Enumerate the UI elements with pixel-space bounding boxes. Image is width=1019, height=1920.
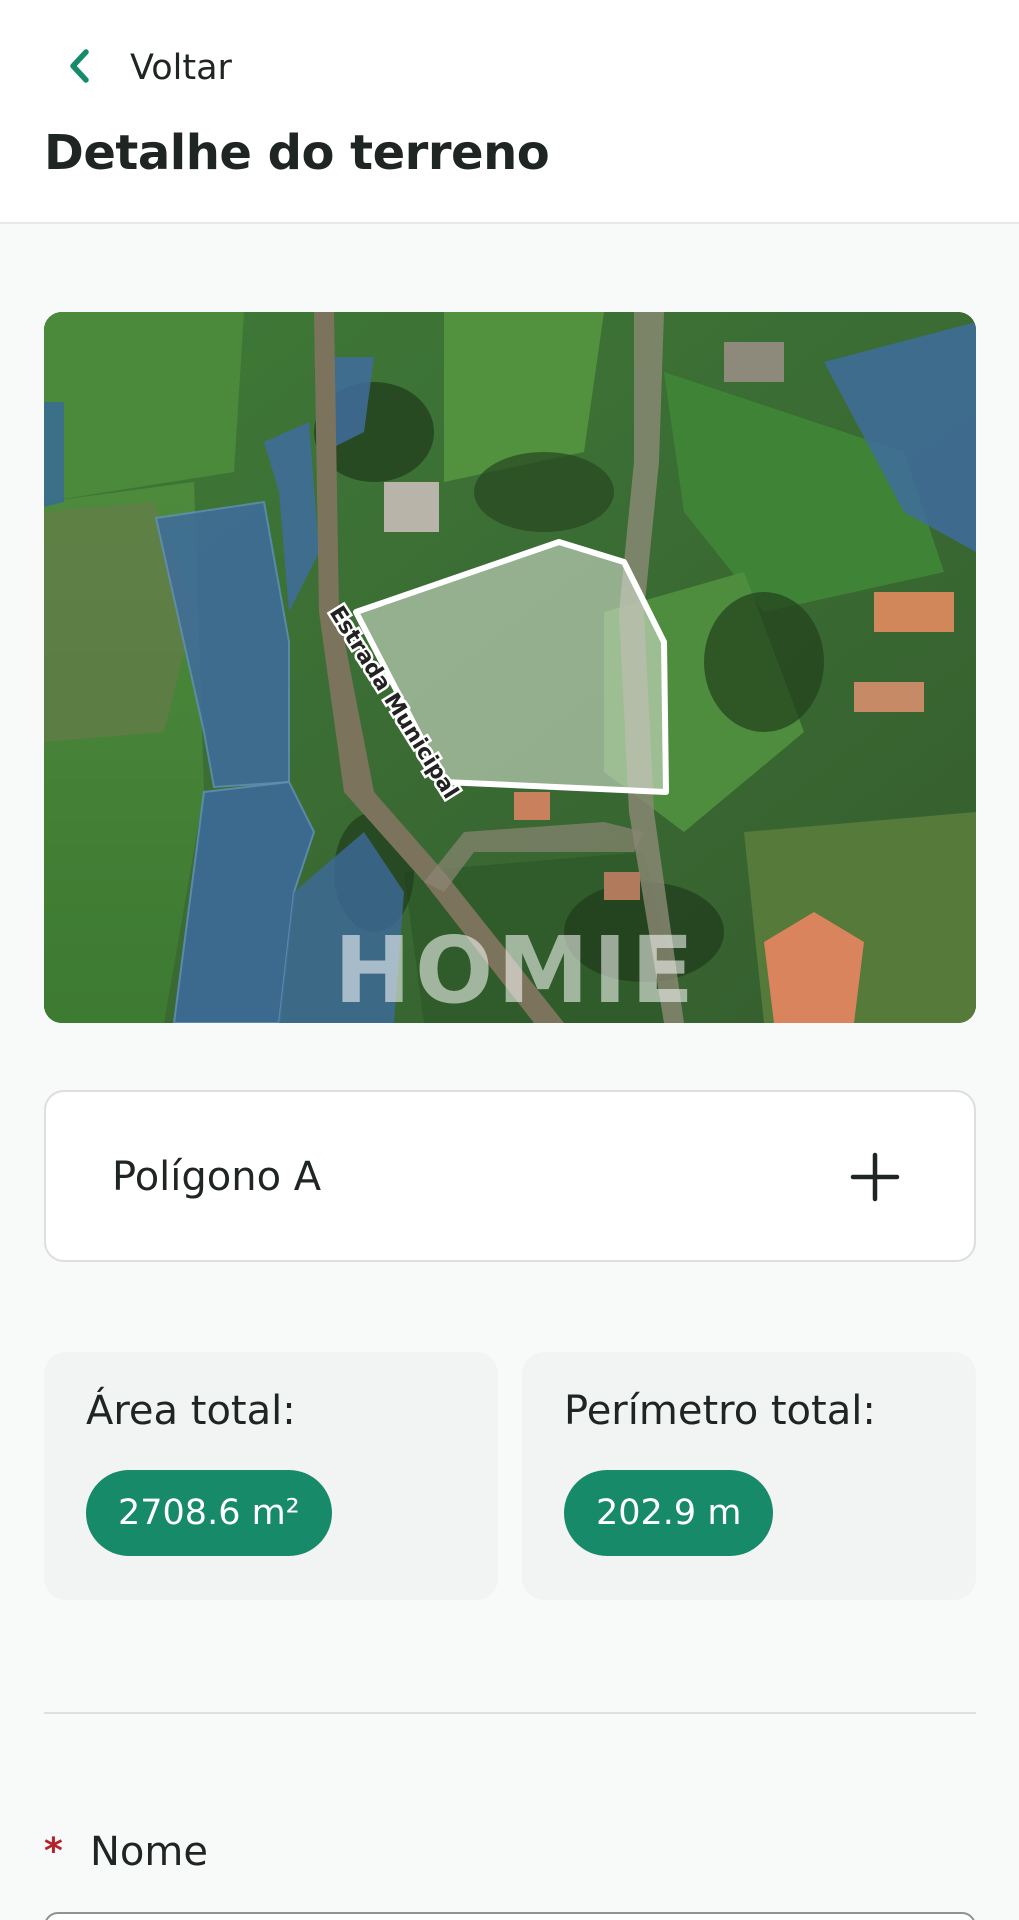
back-label: Voltar [130,48,232,88]
plus-icon[interactable] [850,1152,900,1202]
header: Voltar Detalhe do terreno [0,0,1019,224]
perimeter-value-badge: 202.9 m [564,1470,774,1556]
name-field-label-row: * Nome [44,1826,208,1878]
perimeter-card: Perímetro total: 202.9 m [522,1352,976,1600]
polygon-accordion[interactable]: Polígono A [44,1090,976,1262]
satellite-map[interactable]: Estrada Municipal HOMIE [44,312,976,1023]
area-label: Área total: [86,1388,296,1434]
back-button[interactable]: Voltar [60,40,232,92]
chevron-left-icon [70,49,89,83]
perimeter-label: Perímetro total: [564,1388,876,1434]
watermark-logo: HOMIE [334,917,698,1023]
map-image: Estrada Municipal HOMIE [44,312,976,1023]
polygon-label: Polígono A [112,1154,322,1200]
name-field-label: Nome [90,1829,208,1875]
divider [44,1712,976,1714]
area-value-badge: 2708.6 m² [86,1470,332,1556]
page-title: Detalhe do terreno [44,125,550,181]
name-input[interactable] [44,1912,976,1920]
area-card: Área total: 2708.6 m² [44,1352,498,1600]
required-marker: * [44,1831,63,1872]
